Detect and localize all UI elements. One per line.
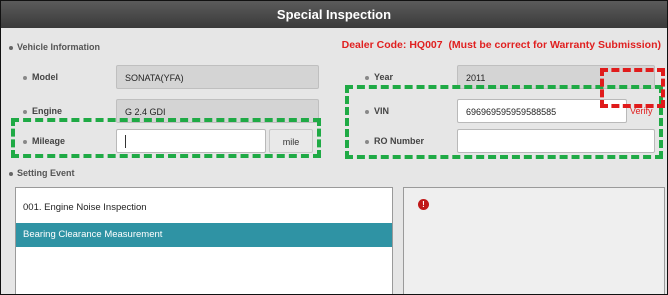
event-list: 001. Engine Noise Inspection Bearing Cle… — [15, 187, 393, 294]
vehicle-information-header: Vehicle Information — [9, 39, 100, 55]
verify-highlight — [600, 68, 665, 108]
dealer-code-notice: Dealer Code: HQ007 (Must be correct for … — [342, 39, 661, 51]
bullet-icon — [365, 75, 369, 80]
vehicle-information-label: Vehicle Information — [17, 42, 101, 52]
setting-event-label: Setting Event — [17, 168, 75, 178]
bullet-icon — [9, 45, 13, 50]
mileage-highlight — [11, 118, 321, 158]
model-label-text: Model — [32, 72, 58, 82]
bullet-icon — [23, 75, 27, 80]
special-inspection-window: Special Inspection Vehicle Information D… — [0, 0, 668, 295]
event-item[interactable]: 001. Engine Noise Inspection — [16, 196, 392, 220]
year-label-text: Year — [374, 72, 394, 82]
model-label: Model — [23, 65, 58, 89]
bullet-icon — [23, 109, 27, 114]
setting-event-header: Setting Event — [9, 165, 75, 181]
event-detail-panel: ! — [403, 187, 665, 294]
dealer-code-note: (Must be correct for Warranty Submission… — [448, 39, 661, 51]
dealer-code-value: HQ007 — [409, 39, 443, 51]
alert-icon: ! — [418, 199, 429, 210]
event-item-selected[interactable]: Bearing Clearance Measurement — [16, 223, 392, 247]
dealer-code-label: Dealer Code: — [341, 39, 407, 51]
bullet-icon — [9, 171, 13, 176]
engine-label-text: Engine — [32, 106, 63, 116]
window-title: Special Inspection — [1, 1, 667, 28]
model-field: SONATA(YFA) — [116, 65, 319, 89]
